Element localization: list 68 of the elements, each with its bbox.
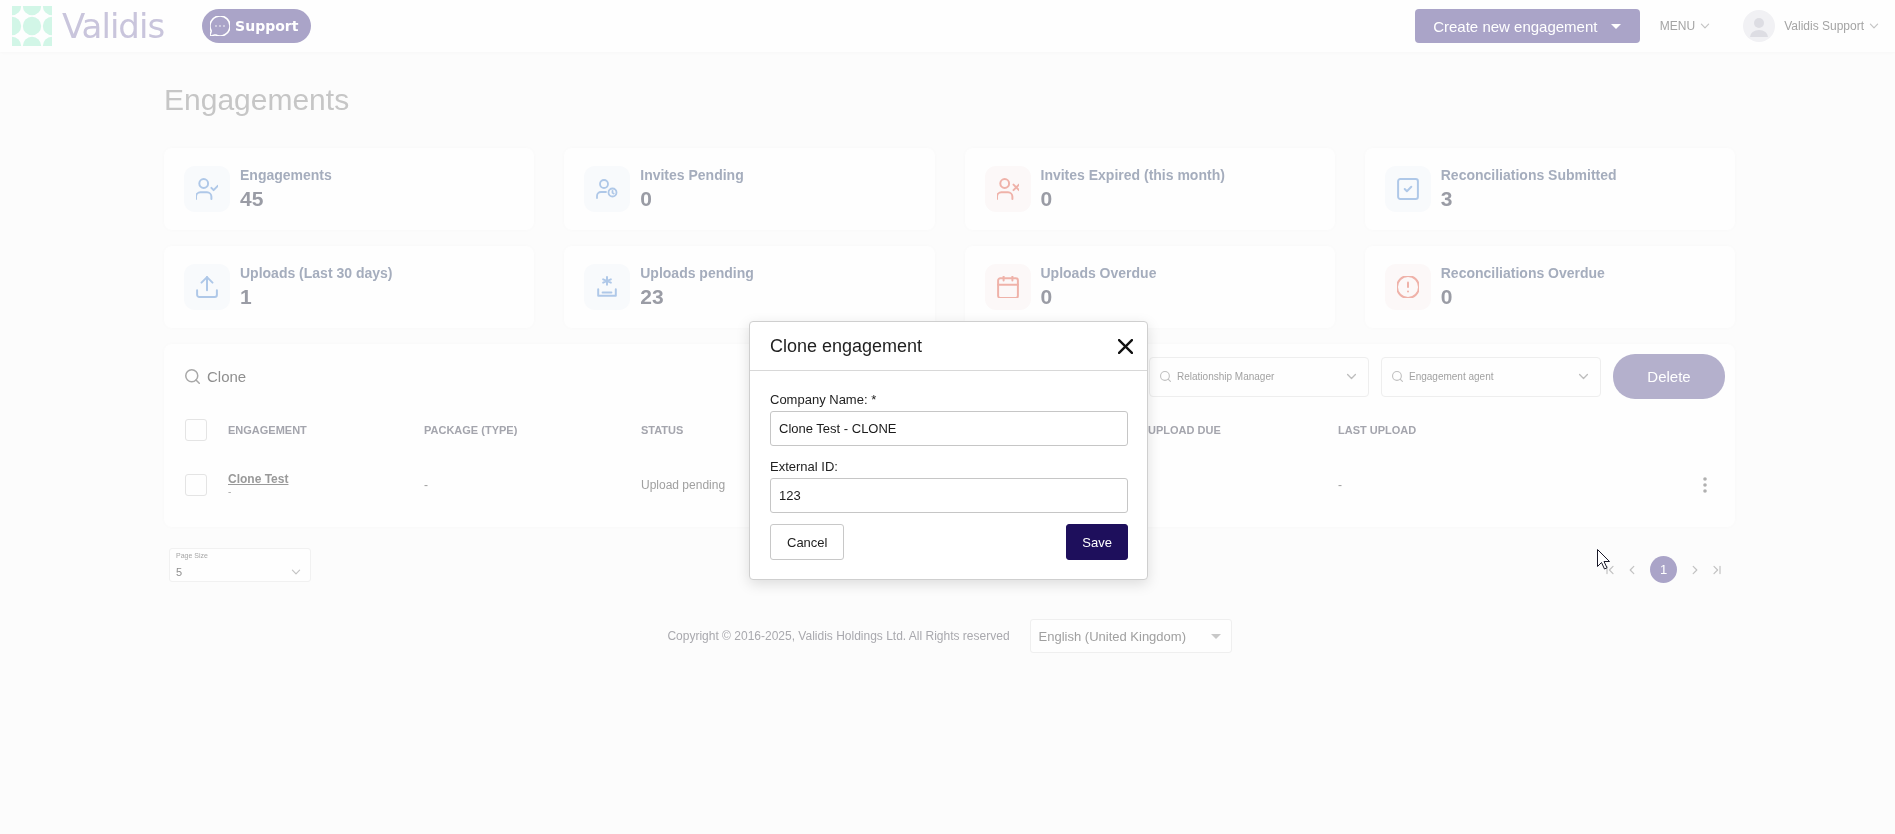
avatar-icon [1743,10,1776,42]
calendar-icon [996,276,1019,298]
stat-label: Reconciliations Submitted [1440,166,1617,185]
stat-value: 0 [1440,284,1454,310]
table-cell: Upload pending [641,478,726,492]
select-all-checkbox[interactable] [185,419,207,441]
logo-text: Validis [62,6,165,46]
engagement-detail: - [228,486,232,498]
column-header: LAST UPLOAD [1338,424,1417,436]
support-button[interactable]: Support [202,9,312,43]
chat-bubble-icon [210,16,231,36]
stat-value: 0 [1040,284,1054,310]
cancel-button[interactable]: Cancel [770,524,845,560]
input-field[interactable]: Clone Test - CLONE [770,411,1128,446]
copyright-text: Copyright © 2016-2025, Validis Holdings Ltd. All Rights reserved [667,629,1010,643]
last-page-icon [1711,563,1723,576]
caret-icon [1210,633,1221,639]
column-header: PACKAGE (TYPE) [424,424,518,436]
user-clock-icon [596,178,619,200]
stat-label: Reconciliations Overdue [1440,264,1605,283]
stat-label: Engagements [240,166,332,185]
page-size-value: 5 [176,565,184,578]
create-engagement-button[interactable]: Create new engagement [1414,9,1640,43]
stat-value: 0 [1040,186,1054,212]
stat-label: Invites Expired (this month) [1040,166,1225,185]
engagement-link[interactable]: Clone Test [228,472,289,486]
close-icon [1117,338,1133,354]
table-cell: - [424,478,428,492]
column-header: STATUS [641,424,684,436]
search-icon [1392,371,1403,382]
kebab-icon [1703,477,1707,493]
stat-value: 23 [640,284,665,310]
filter-select[interactable]: Relationship Manager [1149,356,1369,397]
menu-button[interactable]: MENU [1659,19,1712,33]
dialog-title: Clone engagement [770,335,923,357]
checked-box-icon [1396,178,1419,200]
close-button[interactable] [1117,338,1133,354]
tray-sparkle-icon [596,276,619,298]
stat-label: Uploads (Last 30 days) [240,264,393,283]
stat-value: 3 [1440,186,1454,212]
table-cell: - [1338,478,1342,492]
caret-icon [1611,23,1622,29]
search-field[interactable]: Clone [207,368,447,385]
search-icon [1160,371,1171,382]
page-button[interactable]: 1 [1650,556,1677,583]
upload-icon [196,276,218,298]
stat-label: Uploads pending [640,264,754,283]
stat-label: Uploads Overdue [1040,264,1157,283]
stat-value: 45 [240,186,265,212]
save-button[interactable]: Save [1066,524,1128,560]
stat-value: 1 [240,284,253,310]
input-field[interactable]: 123 [770,478,1128,513]
column-header: UPLOAD DUE [1148,424,1221,436]
first-page-icon [1604,563,1616,576]
user-check-icon [196,178,218,200]
field-label: External ID: [770,458,838,476]
column-header: ENGAGEMENT [228,424,307,436]
mouse-pointer-icon [1597,549,1610,570]
stat-value: 0 [640,186,653,212]
field-label: Company Name: * [770,391,877,409]
user-menu-button[interactable]: Validis Support [1784,19,1880,33]
stat-label: Invites Pending [640,166,744,185]
language-select[interactable]: English (United Kingdom) [1029,619,1232,653]
logo-dots-icon [12,6,52,46]
filter-select[interactable]: Engagement agent [1381,356,1601,397]
row-checkbox[interactable] [185,474,207,496]
user-x-icon [996,178,1019,200]
search-icon [185,369,200,384]
